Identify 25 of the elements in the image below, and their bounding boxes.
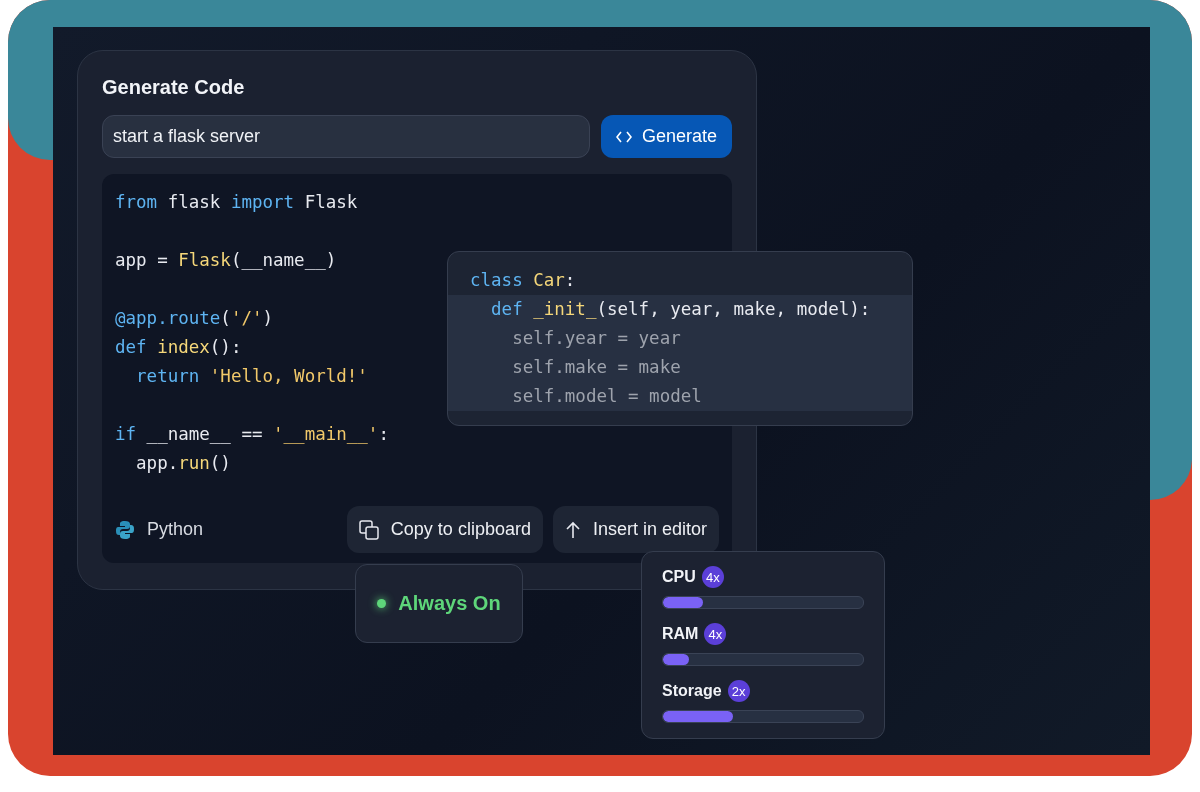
insert-button[interactable]: Insert in editor (552, 506, 719, 553)
code-line: class Car: (469, 269, 577, 292)
resource-label: CPU (662, 568, 696, 586)
code-line: @app.route('/') (115, 307, 274, 330)
code-line: app.run() (135, 452, 231, 475)
copy-button[interactable]: Copy to clipboard (346, 506, 543, 553)
multiplier-badge: 4x (701, 566, 724, 588)
status-label: Always On (398, 592, 501, 615)
resource-label: Storage (662, 682, 722, 700)
code-line: def index(): (115, 336, 242, 359)
resource-label: RAM (662, 625, 699, 643)
generate-button[interactable]: Generate (600, 115, 732, 158)
python-icon (115, 519, 135, 540)
arrow-up-icon (564, 520, 581, 539)
code-line: from flask import Flask (115, 191, 358, 214)
card-title: Generate Code (102, 75, 246, 99)
copy-icon (358, 519, 379, 540)
code-line: if __name__ == '__main__': (115, 423, 389, 446)
code-line: app = Flask(__name__) (115, 249, 337, 272)
language-label: Python (147, 519, 204, 540)
code-line: return 'Hello, World!' (135, 365, 368, 388)
code-icon (615, 129, 632, 144)
multiplier-badge: 2x (727, 680, 750, 702)
multiplier-badge: 4x (704, 623, 727, 645)
prompt-field[interactable]: start a flask server (102, 115, 590, 158)
